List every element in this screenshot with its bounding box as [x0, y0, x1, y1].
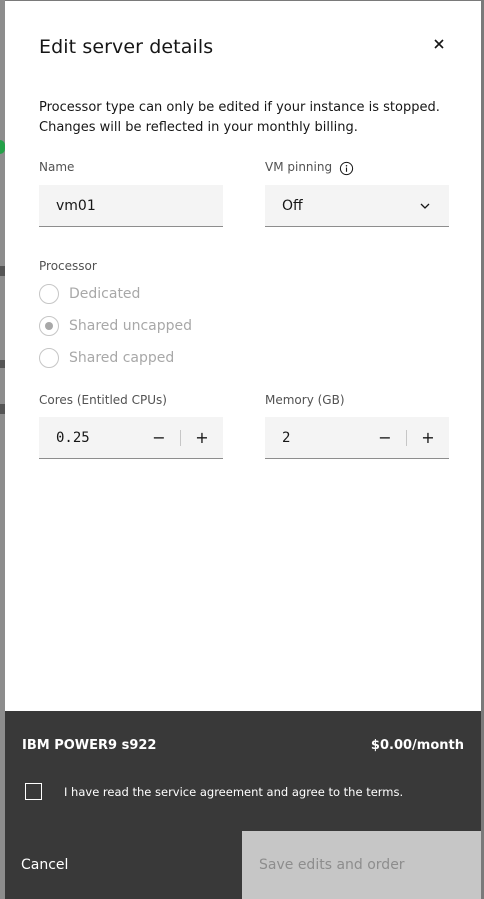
cores-stepper: − + — [138, 417, 223, 458]
radio-button[interactable] — [39, 284, 59, 304]
cores-number-input[interactable]: 0.25 − + — [39, 417, 223, 459]
memory-value: 2 — [282, 429, 291, 446]
chevron-down-icon — [420, 203, 430, 209]
save-edits-button[interactable]: Save edits and order — [242, 831, 481, 899]
name-value: vm01 — [56, 197, 96, 214]
cores-value: 0.25 — [56, 429, 90, 446]
radio-button[interactable] — [39, 316, 59, 336]
cancel-button[interactable]: Cancel — [5, 831, 242, 899]
modal-title: Edit server details — [39, 36, 214, 58]
vm-pinning-select[interactable]: Off — [265, 185, 449, 227]
increment-button[interactable]: + — [407, 417, 449, 458]
memory-stepper: − + — [364, 417, 449, 458]
radio-label: Shared uncapped — [69, 318, 193, 334]
product-name: IBM POWER9 s922 — [22, 738, 157, 753]
order-summary-footer: IBM POWER9 s922 $0.00/month I have read … — [5, 711, 481, 899]
radio-label: Shared capped — [69, 350, 175, 366]
processor-label: Processor — [39, 259, 97, 273]
agreement-checkbox[interactable] — [25, 783, 42, 800]
radio-label: Dedicated — [69, 286, 141, 302]
close-icon — [434, 39, 444, 49]
agreement-row: I have read the service agreement and ag… — [25, 783, 403, 800]
modal-header: Edit server details — [39, 36, 213, 58]
cores-label: Cores (Entitled CPUs) — [39, 393, 167, 407]
memory-number-input[interactable]: 2 − + — [265, 417, 449, 459]
name-label: Name — [39, 160, 75, 174]
increment-button[interactable]: + — [181, 417, 223, 458]
modal-description: Processor type can only be edited if you… — [39, 100, 440, 135]
close-button[interactable] — [429, 34, 449, 54]
monthly-price: $0.00/month — [370, 738, 464, 753]
radio-shared-uncapped[interactable]: Shared uncapped — [39, 315, 192, 337]
radio-button[interactable] — [39, 348, 59, 368]
info-icon[interactable] — [339, 161, 354, 176]
vm-pinning-label: VM pinning — [265, 160, 333, 174]
decrement-button[interactable]: − — [138, 417, 180, 458]
name-input[interactable]: vm01 — [39, 185, 223, 227]
memory-label: Memory (GB) — [265, 393, 345, 407]
agreement-label[interactable]: I have read the service agreement and ag… — [64, 785, 403, 799]
radio-dedicated[interactable]: Dedicated — [39, 283, 140, 305]
decrement-button[interactable]: − — [364, 417, 406, 458]
vm-pinning-value: Off — [282, 197, 303, 214]
radio-shared-capped[interactable]: Shared capped — [39, 347, 174, 369]
